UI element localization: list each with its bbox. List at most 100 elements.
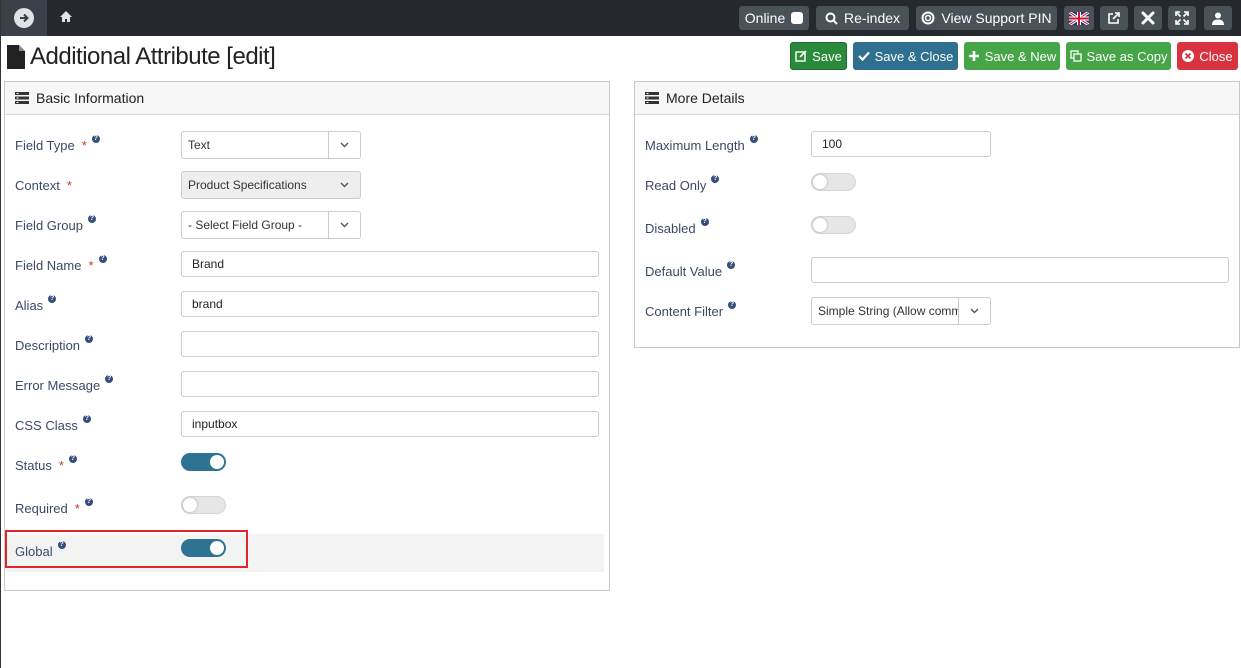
close-circle-icon <box>1182 50 1195 62</box>
default-value-label: Default Value? <box>645 261 736 279</box>
user-menu-button[interactable] <box>1204 6 1232 30</box>
max-length-label: Maximum Length? <box>645 135 758 153</box>
help-icon[interactable]: ? <box>85 335 94 343</box>
toggle-knob <box>813 218 827 232</box>
list-icon <box>15 92 29 104</box>
home-icon[interactable] <box>59 10 77 26</box>
uk-flag-icon <box>1069 11 1089 25</box>
reindex-button[interactable]: Re-index <box>816 6 909 30</box>
save-button[interactable]: Save <box>790 42 847 70</box>
content-filter-select[interactable]: Simple String (Allow common <box>811 297 991 325</box>
max-length-input[interactable]: 100 <box>811 131 991 157</box>
joomla-icon <box>1141 11 1155 25</box>
top-bar: Online Re-index View Support PIN <box>1 0 1241 36</box>
life-ring-icon <box>921 11 935 25</box>
save-close-button[interactable]: Save & Close <box>853 42 958 70</box>
check-icon <box>857 51 870 62</box>
chevron-down-icon <box>328 172 360 198</box>
alias-input[interactable]: brand <box>181 291 599 317</box>
chevron-down-icon <box>958 298 990 324</box>
reindex-label: Re-index <box>843 10 901 26</box>
status-label: Status *? <box>15 455 77 473</box>
language-flag-button[interactable] <box>1064 6 1094 30</box>
field-group-value: - Select Field Group - <box>188 218 303 232</box>
help-icon[interactable]: ? <box>87 215 96 223</box>
toggle-knob <box>183 498 197 512</box>
help-icon[interactable]: ? <box>727 261 736 269</box>
online-label: Online <box>744 10 786 26</box>
chevron-down-icon <box>328 132 360 158</box>
save-new-button[interactable]: Save & New <box>964 42 1060 70</box>
context-select[interactable]: Product Specifications <box>181 171 361 199</box>
chevron-down-icon <box>328 212 360 238</box>
help-icon[interactable]: ? <box>84 498 93 506</box>
help-icon[interactable]: ? <box>749 135 758 143</box>
help-icon[interactable]: ? <box>82 415 91 423</box>
close-button[interactable]: Close <box>1177 42 1238 70</box>
online-toggle-icon <box>791 12 804 24</box>
help-icon[interactable]: ? <box>48 295 57 303</box>
default-value-input[interactable] <box>811 257 1229 283</box>
read-only-toggle[interactable] <box>811 173 856 191</box>
field-group-label: Field Group? <box>15 215 96 233</box>
external-link-button[interactable] <box>1100 6 1128 30</box>
save-new-label: Save & New <box>984 48 1057 64</box>
save-copy-label: Save as Copy <box>1086 48 1168 64</box>
help-icon[interactable]: ? <box>98 255 107 263</box>
copy-icon <box>1069 50 1082 62</box>
more-details-title: More Details <box>666 90 745 106</box>
global-highlight-box <box>5 530 248 568</box>
field-name-label: Field Name *? <box>15 255 107 273</box>
search-icon <box>825 12 838 25</box>
content-filter-label: Content Filter? <box>645 301 737 319</box>
list-icon <box>645 92 659 104</box>
disabled-label: Disabled? <box>645 218 709 236</box>
field-type-select[interactable]: Text <box>181 131 361 159</box>
field-name-input[interactable]: Brand <box>181 251 599 277</box>
help-icon[interactable]: ? <box>91 135 100 143</box>
help-icon[interactable]: ? <box>711 175 720 183</box>
help-icon[interactable]: ? <box>68 455 77 463</box>
alias-label: Alias? <box>15 295 57 313</box>
save-close-label: Save & Close <box>874 48 954 64</box>
description-label: Description? <box>15 335 94 353</box>
joomla-button[interactable] <box>1134 6 1162 30</box>
external-link-icon <box>1108 12 1120 24</box>
file-icon <box>7 45 25 69</box>
support-pin-label: View Support PIN <box>941 10 1052 26</box>
disabled-toggle[interactable] <box>811 216 856 234</box>
save-label: Save <box>812 48 842 64</box>
error-message-label: Error Message? <box>15 375 114 393</box>
close-label: Close <box>1199 48 1233 64</box>
page-title-text: Additional Attribute [edit] <box>30 43 276 70</box>
basic-information-title: Basic Information <box>36 90 145 106</box>
online-status-button[interactable]: Online <box>739 6 809 30</box>
page-title: Additional Attribute [edit] <box>6 42 276 72</box>
required-toggle[interactable] <box>181 496 226 514</box>
view-support-pin-button[interactable]: View Support PIN <box>916 6 1057 30</box>
fullscreen-button[interactable] <box>1168 6 1196 30</box>
field-group-select[interactable]: - Select Field Group - <box>181 211 361 239</box>
toggle-knob <box>210 455 224 469</box>
help-icon[interactable]: ? <box>700 218 709 226</box>
toggle-knob <box>813 175 827 189</box>
expand-icon <box>1175 11 1189 25</box>
help-icon[interactable]: ? <box>728 301 737 309</box>
more-details-header: More Details <box>635 82 1239 115</box>
read-only-label: Read Only? <box>645 175 720 193</box>
edit-icon <box>795 50 807 62</box>
arrow-right-icon <box>14 8 34 28</box>
error-message-input[interactable] <box>181 371 599 397</box>
css-class-label: CSS Class? <box>15 415 91 433</box>
menu-toggle-button[interactable] <box>1 0 47 36</box>
help-icon[interactable]: ? <box>105 375 114 383</box>
field-type-value: Text <box>188 138 211 152</box>
description-input[interactable] <box>181 331 599 357</box>
field-type-label: Field Type *? <box>15 135 100 153</box>
save-copy-button[interactable]: Save as Copy <box>1066 42 1171 70</box>
css-class-input[interactable]: inputbox <box>181 411 599 437</box>
status-toggle[interactable] <box>181 453 226 471</box>
user-icon <box>1212 12 1224 25</box>
required-label: Required *? <box>15 498 93 516</box>
context-value: Product Specifications <box>188 178 307 192</box>
